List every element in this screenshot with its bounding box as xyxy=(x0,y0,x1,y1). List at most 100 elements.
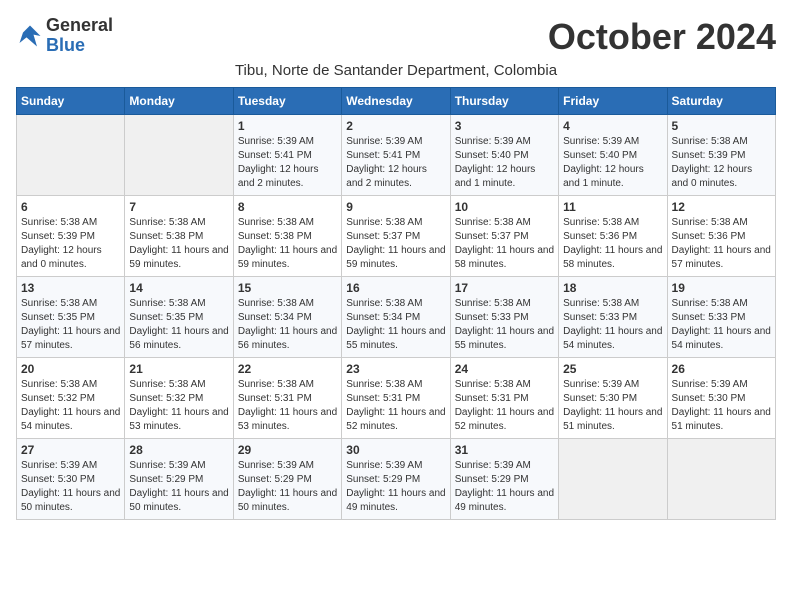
calendar-week-row: 13Sunrise: 5:38 AMSunset: 5:35 PMDayligh… xyxy=(17,277,776,358)
day-detail: Sunrise: 5:38 AMSunset: 5:31 PMDaylight:… xyxy=(455,378,554,434)
day-header-sunday: Sunday xyxy=(17,88,125,115)
day-detail: Sunrise: 5:39 AMSunset: 5:29 PMDaylight:… xyxy=(238,459,337,515)
calendar-week-row: 1Sunrise: 5:39 AMSunset: 5:41 PMDaylight… xyxy=(17,115,776,196)
calendar-table: SundayMondayTuesdayWednesdayThursdayFrid… xyxy=(16,87,776,520)
day-number: 3 xyxy=(455,119,554,133)
day-detail: Sunrise: 5:38 AMSunset: 5:32 PMDaylight:… xyxy=(21,378,120,434)
calendar-cell: 20 Sunrise: 5:38 AMSunset: 5:32 PMDayligh… xyxy=(17,358,125,439)
day-detail: Sunrise: 5:38 AMSunset: 5:34 PMDaylight:… xyxy=(238,297,337,353)
day-number: 31 xyxy=(455,443,554,457)
day-number: 21 xyxy=(129,362,228,376)
day-detail: Sunrise: 5:38 AMSunset: 5:35 PMDaylight:… xyxy=(21,297,120,353)
calendar-cell: 30 Sunrise: 5:39 AMSunset: 5:29 PMDayligh… xyxy=(342,439,450,520)
day-number: 23 xyxy=(346,362,445,376)
calendar-cell: 21 Sunrise: 5:38 AMSunset: 5:32 PMDayligh… xyxy=(125,358,233,439)
day-detail: Sunrise: 5:38 AMSunset: 5:31 PMDaylight:… xyxy=(346,378,445,434)
day-detail: Sunrise: 5:38 AMSunset: 5:32 PMDaylight:… xyxy=(129,378,228,434)
day-number: 25 xyxy=(563,362,662,376)
day-number: 8 xyxy=(238,200,337,214)
day-number: 7 xyxy=(129,200,228,214)
calendar-cell: 15 Sunrise: 5:38 AMSunset: 5:34 PMDayligh… xyxy=(233,277,341,358)
calendar-cell: 28 Sunrise: 5:39 AMSunset: 5:29 PMDayligh… xyxy=(125,439,233,520)
day-number: 24 xyxy=(455,362,554,376)
logo-bird-icon xyxy=(16,22,44,50)
day-detail: Sunrise: 5:38 AMSunset: 5:33 PMDaylight:… xyxy=(672,297,771,353)
calendar-cell: 18 Sunrise: 5:38 AMSunset: 5:33 PMDayligh… xyxy=(559,277,667,358)
day-number: 22 xyxy=(238,362,337,376)
calendar-cell: 4 Sunrise: 5:39 AMSunset: 5:40 PMDaylight… xyxy=(559,115,667,196)
month-title: October 2024 xyxy=(548,16,776,58)
day-number: 11 xyxy=(563,200,662,214)
day-detail: Sunrise: 5:38 AMSunset: 5:33 PMDaylight:… xyxy=(563,297,662,353)
day-detail: Sunrise: 5:39 AMSunset: 5:29 PMDaylight:… xyxy=(129,459,228,515)
day-number: 4 xyxy=(563,119,662,133)
day-detail: Sunrise: 5:39 AMSunset: 5:29 PMDaylight:… xyxy=(346,459,445,515)
day-number: 5 xyxy=(672,119,771,133)
day-number: 28 xyxy=(129,443,228,457)
day-number: 14 xyxy=(129,281,228,295)
calendar-cell: 1Sunrise: 5:39 AMSunset: 5:41 PMDaylight… xyxy=(233,115,341,196)
calendar-cell: 2Sunrise: 5:39 AMSunset: 5:41 PMDaylight… xyxy=(342,115,450,196)
day-detail: Sunrise: 5:38 AMSunset: 5:34 PMDaylight:… xyxy=(346,297,445,353)
calendar-cell: 25 Sunrise: 5:39 AMSunset: 5:30 PMDayligh… xyxy=(559,358,667,439)
day-detail: Sunrise: 5:39 AMSunset: 5:30 PMDaylight:… xyxy=(563,378,662,434)
day-detail: Sunrise: 5:38 AMSunset: 5:36 PMDaylight:… xyxy=(672,216,771,272)
calendar-cell: 10Sunrise: 5:38 AMSunset: 5:37 PMDayligh… xyxy=(450,196,558,277)
calendar-cell: 31Sunrise: 5:39 AMSunset: 5:29 PMDayligh… xyxy=(450,439,558,520)
day-detail: Sunrise: 5:38 AMSunset: 5:37 PMDaylight:… xyxy=(346,216,445,272)
calendar-week-row: 6 Sunrise: 5:38 AMSunset: 5:39 PMDaylight… xyxy=(17,196,776,277)
calendar-cell: 7Sunrise: 5:38 AMSunset: 5:38 PMDaylight… xyxy=(125,196,233,277)
calendar-cell: 8Sunrise: 5:38 AMSunset: 5:38 PMDaylight… xyxy=(233,196,341,277)
day-detail: Sunrise: 5:38 AMSunset: 5:35 PMDaylight:… xyxy=(129,297,228,353)
day-number: 12 xyxy=(672,200,771,214)
calendar-cell: 6 Sunrise: 5:38 AMSunset: 5:39 PMDaylight… xyxy=(17,196,125,277)
calendar-cell xyxy=(125,115,233,196)
day-detail: Sunrise: 5:38 AMSunset: 5:39 PMDaylight:… xyxy=(21,216,120,272)
day-number: 2 xyxy=(346,119,445,133)
day-detail: Sunrise: 5:39 AMSunset: 5:40 PMDaylight:… xyxy=(563,135,662,191)
calendar-cell: 22 Sunrise: 5:38 AMSunset: 5:31 PMDayligh… xyxy=(233,358,341,439)
day-number: 18 xyxy=(563,281,662,295)
day-detail: Sunrise: 5:39 AMSunset: 5:40 PMDaylight:… xyxy=(455,135,554,191)
day-header-tuesday: Tuesday xyxy=(233,88,341,115)
day-number: 19 xyxy=(672,281,771,295)
logo: General Blue xyxy=(16,16,113,56)
calendar-cell: 29 Sunrise: 5:39 AMSunset: 5:29 PMDayligh… xyxy=(233,439,341,520)
day-header-friday: Friday xyxy=(559,88,667,115)
logo-text: General Blue xyxy=(46,16,113,56)
day-number: 1 xyxy=(238,119,337,133)
day-number: 26 xyxy=(672,362,771,376)
day-number: 17 xyxy=(455,281,554,295)
calendar-cell: 19 Sunrise: 5:38 AMSunset: 5:33 PMDayligh… xyxy=(667,277,775,358)
day-header-thursday: Thursday xyxy=(450,88,558,115)
day-detail: Sunrise: 5:38 AMSunset: 5:36 PMDaylight:… xyxy=(563,216,662,272)
calendar-cell: 3 Sunrise: 5:39 AMSunset: 5:40 PMDaylight… xyxy=(450,115,558,196)
day-number: 29 xyxy=(238,443,337,457)
day-header-wednesday: Wednesday xyxy=(342,88,450,115)
day-number: 30 xyxy=(346,443,445,457)
calendar-cell xyxy=(559,439,667,520)
calendar-cell: 12 Sunrise: 5:38 AMSunset: 5:36 PMDayligh… xyxy=(667,196,775,277)
day-number: 6 xyxy=(21,200,120,214)
day-number: 20 xyxy=(21,362,120,376)
day-number: 16 xyxy=(346,281,445,295)
calendar-cell: 9 Sunrise: 5:38 AMSunset: 5:37 PMDaylight… xyxy=(342,196,450,277)
day-detail: Sunrise: 5:39 AMSunset: 5:30 PMDaylight:… xyxy=(672,378,771,434)
calendar-cell: 16 Sunrise: 5:38 AMSunset: 5:34 PMDayligh… xyxy=(342,277,450,358)
day-detail: Sunrise: 5:38 AMSunset: 5:33 PMDaylight:… xyxy=(455,297,554,353)
day-number: 15 xyxy=(238,281,337,295)
calendar-cell: 13Sunrise: 5:38 AMSunset: 5:35 PMDayligh… xyxy=(17,277,125,358)
day-number: 10 xyxy=(455,200,554,214)
calendar-cell xyxy=(17,115,125,196)
page-header: General Blue October 2024 xyxy=(16,16,776,58)
calendar-cell: 27Sunrise: 5:39 AMSunset: 5:30 PMDayligh… xyxy=(17,439,125,520)
calendar-cell: 14 Sunrise: 5:38 AMSunset: 5:35 PMDayligh… xyxy=(125,277,233,358)
day-header-saturday: Saturday xyxy=(667,88,775,115)
calendar-cell: 11 Sunrise: 5:38 AMSunset: 5:36 PMDayligh… xyxy=(559,196,667,277)
calendar-cell xyxy=(667,439,775,520)
calendar-cell: 23 Sunrise: 5:38 AMSunset: 5:31 PMDayligh… xyxy=(342,358,450,439)
calendar-cell: 24 Sunrise: 5:38 AMSunset: 5:31 PMDayligh… xyxy=(450,358,558,439)
location-title: Tibu, Norte de Santander Department, Col… xyxy=(16,62,776,79)
day-detail: Sunrise: 5:38 AMSunset: 5:31 PMDaylight:… xyxy=(238,378,337,434)
day-number: 9 xyxy=(346,200,445,214)
